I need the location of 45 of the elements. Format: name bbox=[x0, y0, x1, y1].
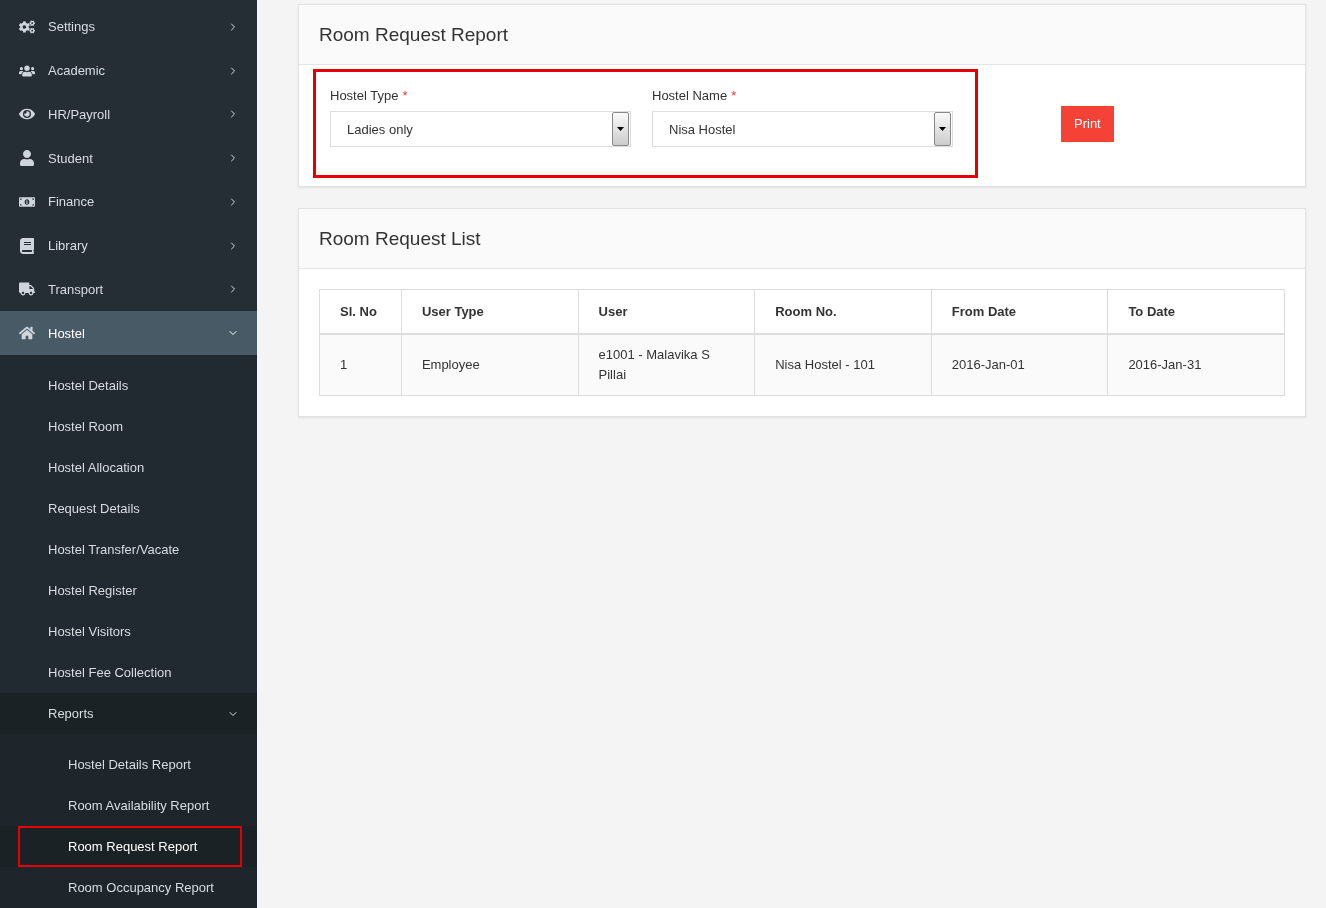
dropdown-select[interactable]: Ladies only bbox=[330, 111, 631, 147]
menu-icon bbox=[18, 281, 36, 298]
sidebar-item[interactable]: HR/Payroll bbox=[0, 92, 257, 137]
submenu-item[interactable]: Hostel Room bbox=[0, 406, 257, 447]
dropdown-button[interactable] bbox=[934, 112, 951, 146]
submenu-item[interactable]: Hostel Visitors bbox=[0, 611, 257, 652]
submenu-item[interactable]: Room Request Report bbox=[18, 826, 242, 867]
submenu-item[interactable]: Hostel Register bbox=[0, 570, 257, 611]
required-mark: * bbox=[731, 88, 737, 103]
table-cell: Employee bbox=[401, 334, 579, 396]
sidebar-item[interactable]: Student bbox=[0, 136, 257, 180]
card-title: Room Request List bbox=[299, 209, 1305, 269]
table-cell: 2016-Jan-01 bbox=[931, 334, 1108, 396]
dropdown-button[interactable] bbox=[612, 112, 629, 146]
submenu-item[interactable]: Hostel Transfer/Vacate bbox=[0, 529, 257, 570]
menu-icon bbox=[18, 150, 36, 167]
caret-icon bbox=[939, 127, 946, 131]
table-cell: 2016-Jan-31 bbox=[1107, 334, 1285, 396]
dropdown-select[interactable]: Nisa Hostel bbox=[652, 111, 953, 147]
table-cell: Nisa Hostel - 101 bbox=[754, 334, 932, 396]
sidebar-item[interactable]: Settings bbox=[0, 5, 257, 49]
sidebar-item[interactable]: Library bbox=[0, 223, 257, 268]
table-cell: 1 bbox=[319, 334, 402, 396]
field-label: Hostel Name bbox=[652, 88, 728, 103]
submenu-item[interactable]: Hostel Details bbox=[0, 365, 257, 406]
submenu-item[interactable]: Room Occupancy Report bbox=[18, 867, 242, 908]
menu-icon bbox=[18, 18, 36, 35]
submenu-item[interactable]: Room Availability Report bbox=[18, 785, 242, 826]
field-label: Hostel Type bbox=[330, 88, 399, 103]
sidebar-item[interactable]: Hostel bbox=[0, 311, 257, 355]
sidebar-item[interactable]: Academic bbox=[0, 48, 257, 93]
required-mark: * bbox=[402, 88, 408, 103]
submenu-item[interactable]: Request Details bbox=[0, 488, 257, 529]
submenu-item[interactable]: Reports bbox=[0, 693, 257, 734]
print-button[interactable]: Print bbox=[1061, 105, 1114, 142]
submenu-item[interactable]: Hostel Fee Collection bbox=[0, 652, 257, 693]
sidebar-item[interactable]: Finance bbox=[0, 180, 257, 224]
submenu-item[interactable]: Hostel Details Report bbox=[18, 744, 242, 785]
table-cell: e1001 - Malavika S Pillai bbox=[578, 334, 755, 396]
submenu-item[interactable]: Hostel Allocation bbox=[0, 447, 257, 488]
card-title: Room Request Report bbox=[299, 5, 1305, 65]
menu-icon bbox=[18, 237, 36, 254]
menu-icon bbox=[18, 325, 36, 342]
sidebar-item[interactable]: Transport bbox=[0, 267, 257, 312]
caret-icon bbox=[617, 127, 624, 131]
